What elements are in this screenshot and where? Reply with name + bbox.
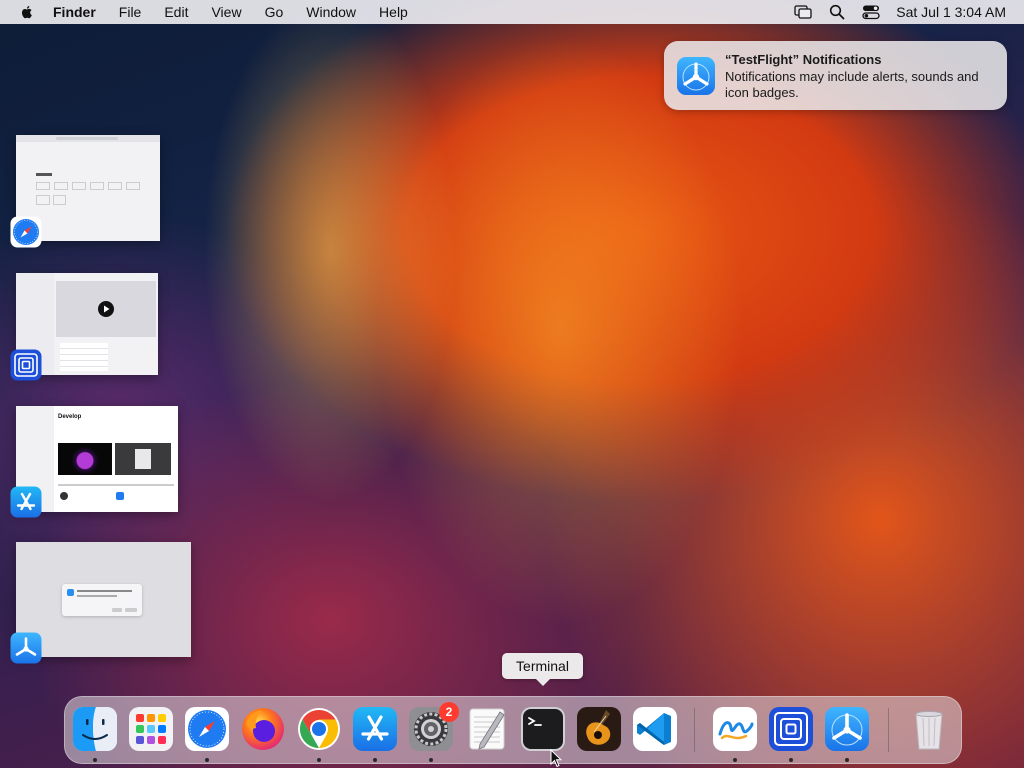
running-indicator — [845, 758, 849, 762]
menu-file[interactable]: File — [119, 4, 142, 20]
menu-window[interactable]: Window — [306, 4, 356, 20]
settings-list — [60, 343, 108, 371]
menu-help[interactable]: Help — [379, 4, 408, 20]
app-store-icon — [10, 486, 42, 518]
testflight-icon — [677, 57, 715, 95]
dialog-preview — [62, 584, 142, 616]
menu-edit[interactable]: Edit — [164, 4, 188, 20]
screen-mirroring-icon[interactable] — [794, 3, 812, 21]
running-indicator — [733, 758, 737, 762]
safari-icon[interactable] — [184, 706, 230, 752]
finder-icon[interactable] — [72, 706, 118, 752]
address-bar — [56, 137, 118, 140]
mouse-cursor-icon — [550, 749, 562, 768]
running-indicator — [205, 758, 209, 762]
dock-separator — [694, 708, 695, 752]
terminal-icon[interactable] — [520, 706, 566, 752]
running-indicator — [93, 758, 97, 762]
notification-body: Notifications may include alerts, sounds… — [725, 69, 979, 100]
control-center-icon[interactable] — [862, 3, 880, 21]
testflight-icon — [10, 632, 42, 664]
dock-tooltip: Terminal — [502, 653, 583, 686]
vscode-icon[interactable] — [632, 706, 678, 752]
apple-logo-icon[interactable] — [19, 4, 35, 20]
featured-image-1 — [58, 443, 112, 475]
menu-app-name[interactable]: Finder — [53, 4, 96, 20]
menu-view[interactable]: View — [211, 4, 241, 20]
freeform-icon[interactable] — [712, 706, 758, 752]
menu-clock[interactable]: Sat Jul 1 3:04 AM — [896, 4, 1006, 20]
menu-bar: Finder File Edit View Go Window Help Sat… — [0, 0, 1024, 24]
running-indicator — [317, 758, 321, 762]
appstore-heading: Develop — [58, 414, 82, 420]
page-heading — [36, 173, 52, 176]
app-store-icon[interactable] — [352, 706, 398, 752]
running-indicator — [373, 758, 377, 762]
simulator-icon — [10, 349, 42, 381]
app-icon-small — [60, 492, 68, 500]
featured-image-2 — [115, 443, 171, 475]
simulator-icon[interactable] — [768, 706, 814, 752]
testflight-icon[interactable] — [824, 706, 870, 752]
form-fields-row2 — [36, 195, 66, 205]
firefox-icon[interactable] — [240, 706, 286, 752]
menu-go[interactable]: Go — [265, 4, 284, 20]
garageband-icon[interactable] — [576, 706, 622, 752]
running-indicator — [429, 758, 433, 762]
spotlight-search-icon[interactable] — [828, 3, 846, 21]
launchpad-icon[interactable] — [128, 706, 174, 752]
running-indicator — [789, 758, 793, 762]
textedit-icon[interactable] — [464, 706, 510, 752]
trash-icon[interactable] — [906, 706, 952, 752]
app-icon-small-2 — [116, 492, 124, 500]
chrome-icon[interactable] — [296, 706, 342, 752]
notification-banner[interactable]: “TestFlight” Notifications Notifications… — [664, 41, 1007, 110]
play-icon — [98, 301, 114, 317]
notification-badge: 2 — [439, 702, 459, 722]
dock-separator — [888, 708, 889, 752]
form-fields — [36, 182, 140, 190]
safari-icon — [10, 216, 42, 248]
stage-window-testflight[interactable] — [16, 542, 191, 657]
notification-title: “TestFlight” Notifications — [725, 52, 882, 67]
section-divider — [58, 484, 174, 486]
